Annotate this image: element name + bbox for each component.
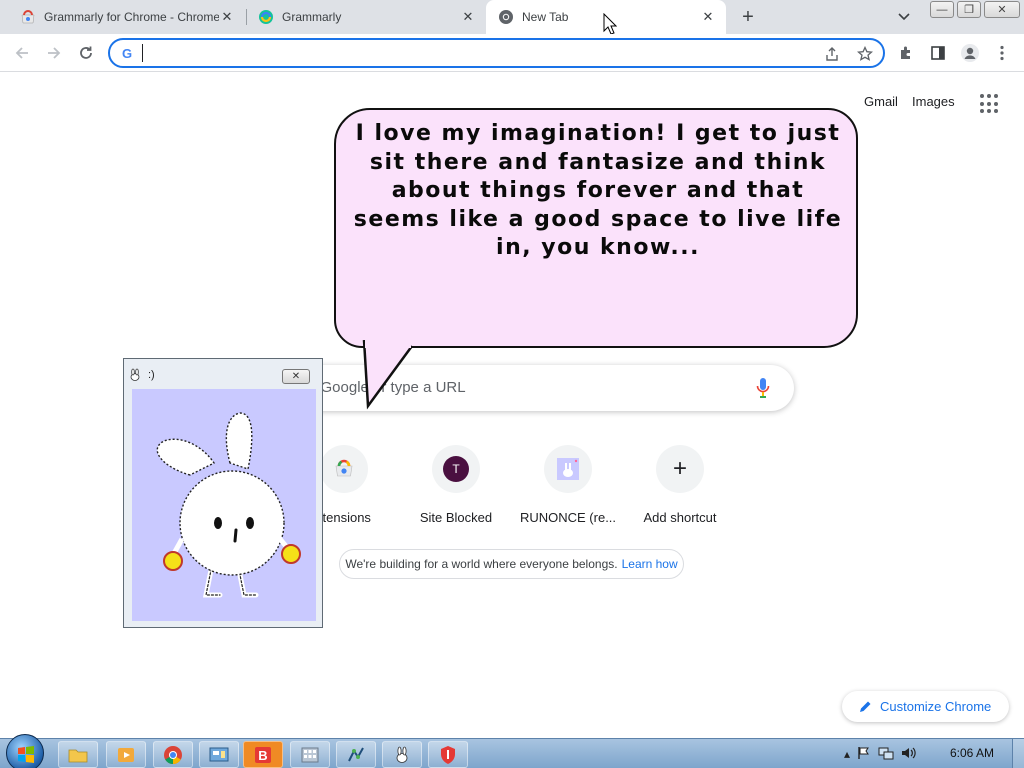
buddy-window[interactable]: :) ✕ (123, 358, 323, 628)
show-hidden-icons-chevron-icon[interactable]: ▴ (844, 747, 850, 761)
close-tab-icon[interactable]: ✕ (460, 9, 476, 25)
mouse-cursor-icon (603, 13, 617, 35)
grammarly-icon (258, 9, 274, 25)
shortcut-icon-circle (320, 445, 368, 493)
customize-chrome-label: Customize Chrome (880, 699, 992, 714)
tab-separator (246, 9, 247, 25)
speech-bubble-text: I love my imagination! I get to just sit… (353, 121, 843, 260)
volume-icon[interactable] (901, 746, 917, 763)
shortcut-icon-circle (544, 445, 592, 493)
chrome-icon[interactable] (153, 741, 193, 768)
pencil-icon (860, 701, 871, 712)
microphone-icon[interactable] (756, 377, 770, 399)
shortcut-label: Add shortcut (643, 510, 717, 525)
close-window-button[interactable]: ✕ (984, 1, 1020, 18)
media-player-icon[interactable] (106, 741, 146, 768)
omnibox-input[interactable] (142, 44, 802, 62)
restore-button[interactable]: ❐ (957, 1, 981, 18)
back-arrow-icon[interactable] (10, 41, 34, 65)
tab-strip: Grammarly for Chrome - Chrome ✕ Grammarl… (0, 0, 1024, 34)
shortcut-runonce[interactable]: RUNONCE (re... (512, 445, 624, 535)
svg-text:B: B (258, 748, 267, 763)
network-app-icon[interactable] (336, 741, 376, 768)
brave-b-icon[interactable]: B (243, 741, 283, 768)
action-center-flag-icon[interactable] (857, 746, 871, 763)
side-panel-icon[interactable] (926, 41, 950, 65)
google-apps-grid-icon[interactable] (980, 94, 1000, 114)
info-pill: We're building for a world where everyon… (339, 549, 684, 579)
images-link[interactable]: Images (912, 94, 955, 109)
google-g-icon: G (121, 45, 133, 61)
windows-logo-icon (18, 746, 34, 763)
speech-bubble-tail (362, 340, 414, 410)
profile-avatar-icon[interactable] (958, 41, 982, 65)
buddy-window-title: :) (148, 369, 155, 381)
runonce-icon (557, 458, 579, 480)
close-tab-icon[interactable]: ✕ (700, 9, 716, 25)
browser-toolbar: G (0, 34, 1024, 72)
tab-grammarly[interactable]: Grammarly ✕ (248, 0, 486, 34)
gmail-link[interactable]: Gmail (864, 94, 898, 109)
shortcut-label: RUNONCE (re... (519, 510, 617, 525)
new-tab-button[interactable]: + (736, 5, 760, 29)
white-bunny-character[interactable] (132, 389, 316, 621)
taskbar-clock[interactable]: 6:06 AM (950, 746, 994, 760)
forward-arrow-icon[interactable] (42, 41, 66, 65)
plus-icon: + (656, 445, 704, 493)
system-tray: ▴ (844, 745, 924, 763)
bookmark-star-icon[interactable] (855, 44, 875, 64)
chrome-menu-icon[interactable] (990, 41, 1014, 65)
tab-title: Grammarly for Chrome - Chrome (44, 10, 219, 24)
share-icon[interactable] (822, 44, 842, 64)
buddy-canvas (132, 389, 316, 621)
chrome-webstore-icon (334, 458, 354, 481)
tab-grammarly-webstore[interactable]: Grammarly for Chrome - Chrome ✕ (0, 0, 245, 34)
file-explorer-icon[interactable] (58, 741, 98, 768)
show-desktop-button[interactable] (1012, 739, 1024, 768)
customize-chrome-button[interactable]: Customize Chrome (842, 691, 1009, 722)
address-bar[interactable]: G (108, 38, 885, 68)
tab-title: Grammarly (282, 10, 342, 24)
bunny-app-icon (130, 368, 140, 381)
learn-how-link[interactable]: Learn how (622, 557, 678, 571)
close-tab-icon[interactable]: ✕ (219, 9, 235, 25)
network-icon[interactable] (878, 746, 894, 763)
chrome-icon (498, 9, 514, 25)
tab-search-chevron-icon[interactable] (894, 7, 914, 27)
shortcut-icon-circle: T (432, 445, 480, 493)
shortcut-site-blocked[interactable]: T Site Blocked (400, 445, 512, 535)
minimize-button[interactable]: — (930, 1, 954, 18)
windows-start-button[interactable] (6, 734, 44, 768)
calculator-icon[interactable] (290, 741, 330, 768)
extensions-puzzle-icon[interactable] (894, 41, 918, 65)
info-pill-text: We're building for a world where everyon… (345, 557, 618, 571)
window-controls: — ❐ ✕ (927, 1, 1020, 18)
reload-icon[interactable] (74, 41, 98, 65)
control-panel-icon[interactable] (199, 741, 239, 768)
bunny-app-icon[interactable] (382, 741, 422, 768)
shortcut-label: Site Blocked (419, 510, 493, 525)
letter-avatar-icon: T (443, 456, 469, 482)
shield-app-icon[interactable] (428, 741, 468, 768)
chrome-webstore-icon (20, 9, 36, 25)
windows-taskbar: B ▴ 6:06 AM (0, 734, 1024, 768)
shortcut-add[interactable]: + Add shortcut (624, 445, 736, 535)
buddy-close-button[interactable]: ✕ (282, 369, 310, 384)
